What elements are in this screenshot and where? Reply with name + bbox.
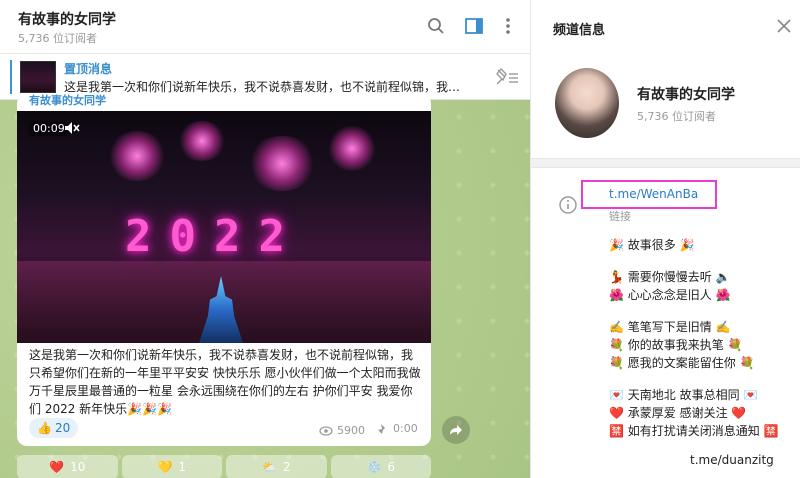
reaction-count: 2 xyxy=(282,460,291,474)
reaction-thumbs-up[interactable]: 👍 20 xyxy=(29,418,79,438)
pinned-preview: 这是我第一次和你们说新年快乐，我不说恭喜发财，也不说前程似锦，我… xyxy=(64,80,461,94)
message-text: 这是我第一次和你们说新年快乐，我不说恭喜发财，也不说前程似锦，我只希望你们在新的… xyxy=(29,348,421,416)
description-gap xyxy=(609,372,799,386)
pinned-thumbnail xyxy=(20,61,56,93)
reaction-emoji: ❤️ xyxy=(49,460,65,474)
reaction-count: 10 xyxy=(70,460,86,474)
description-gap xyxy=(609,304,799,318)
chat-title[interactable]: 有故事的女同学 xyxy=(18,9,116,29)
pin-icon xyxy=(378,423,385,434)
search-icon[interactable] xyxy=(424,14,448,38)
description-line: ❤️ 承蒙厚爱 感谢关注 ❤️ xyxy=(609,406,747,420)
reaction-count: 20 xyxy=(54,421,71,435)
description-line: 🌺 心心念念是旧人 🌺 xyxy=(609,288,731,302)
firework-spark xyxy=(247,136,317,191)
reaction-heart[interactable]: ❤️ 10 xyxy=(17,455,118,478)
message-meta: 0:00 xyxy=(377,422,418,435)
channel-avatar[interactable] xyxy=(555,68,619,138)
section-divider xyxy=(531,158,800,168)
pinned-title: 置顶消息 xyxy=(64,62,113,76)
chat-pane: 有故事的女同学 5,736 位订阅者 置顶消息 这是我第一次和你们说新年快乐，我… xyxy=(0,0,530,478)
description-line: ✍️ 笔笔写下是旧情 ✍️ xyxy=(609,320,731,334)
pinned-indicator xyxy=(10,60,12,94)
description-line: 💐 你的故事我来执笔 💐 xyxy=(609,338,743,352)
description-line: 💐 愿我的文案能留住你 💐 xyxy=(609,356,755,370)
video-overlay-text: 2022 xyxy=(125,211,303,262)
reactions-row: ❤️ 10 💛 1 ⛅ 2 ❄️ 6 xyxy=(17,455,431,478)
watermark-link: t.me/duanzitg xyxy=(690,453,774,467)
view-count: 5900 xyxy=(319,424,365,437)
video-duration: 00:09 xyxy=(29,121,69,136)
description-line: 🎉 故事很多 🎉 xyxy=(609,238,695,252)
message-bubble[interactable]: 有故事的女同学 2022 00:09 这是我第一次和你们说新年快乐，我不说恭喜发… xyxy=(17,94,431,446)
reaction-count: 6 xyxy=(387,460,396,474)
reaction-emoji: ⛅ xyxy=(261,460,277,474)
channel-name: 有故事的女同学 xyxy=(637,87,735,103)
reaction-yellow-heart[interactable]: 💛 1 xyxy=(121,455,222,478)
reaction-emoji: 👍 xyxy=(37,421,52,435)
reaction-emoji: 💛 xyxy=(157,460,173,474)
reaction-count: 1 xyxy=(178,460,187,474)
firework-spark xyxy=(327,126,377,171)
reaction-cloud[interactable]: ⛅ 2 xyxy=(226,455,327,478)
message-time: 0:00 xyxy=(393,422,418,435)
reaction-snowflake[interactable]: ❄️ 6 xyxy=(330,455,431,478)
description-line: 💌 天南地北 故事总相同 💌 xyxy=(609,388,759,402)
channel-description: 🎉 故事很多 🎉 💃 需要你慢慢去听 🔈 🌺 心心念念是旧人 🌺 ✍️ 笔笔写下… xyxy=(609,236,799,440)
share-button[interactable] xyxy=(442,416,470,444)
share-icon xyxy=(450,425,462,435)
panel-title: 频道信息 xyxy=(553,23,606,38)
pinned-list-icon[interactable] xyxy=(494,66,520,88)
video-player[interactable]: 2022 00:09 xyxy=(17,111,431,343)
description-gap xyxy=(609,254,799,268)
more-menu-icon[interactable] xyxy=(496,14,520,38)
sidebar-toggle-icon[interactable] xyxy=(462,14,486,38)
reaction-emoji: ❄️ xyxy=(366,460,382,474)
link-label: 链接 xyxy=(609,210,631,223)
views-value: 5900 xyxy=(337,424,365,437)
firework-spark xyxy=(177,121,227,161)
close-icon[interactable] xyxy=(774,16,794,36)
chat-subscriber-count: 5,736 位订阅者 xyxy=(18,32,97,45)
mute-icon[interactable] xyxy=(64,120,80,134)
channel-link[interactable]: t.me/WenAnBa xyxy=(609,187,698,201)
chat-messages-area: 有故事的女同学 2022 00:09 这是我第一次和你们说新年快乐，我不说恭喜发… xyxy=(0,94,530,478)
eye-icon xyxy=(319,425,333,436)
channel-info-panel: 频道信息 有故事的女同学 5,736 位订阅者 t.me/WenAnBa 链接 … xyxy=(530,0,800,478)
channel-subscriber-count: 5,736 位订阅者 xyxy=(637,110,716,123)
description-line: 🈲 如有打扰请关闭消息通知 🈲 xyxy=(609,424,779,438)
message-sender[interactable]: 有故事的女同学 xyxy=(29,94,106,108)
info-icon xyxy=(559,196,577,214)
firework-spark xyxy=(107,131,167,181)
chat-header: 有故事的女同学 5,736 位订阅者 xyxy=(0,0,530,54)
description-line: 💃 需要你慢慢去听 🔈 xyxy=(609,270,731,284)
